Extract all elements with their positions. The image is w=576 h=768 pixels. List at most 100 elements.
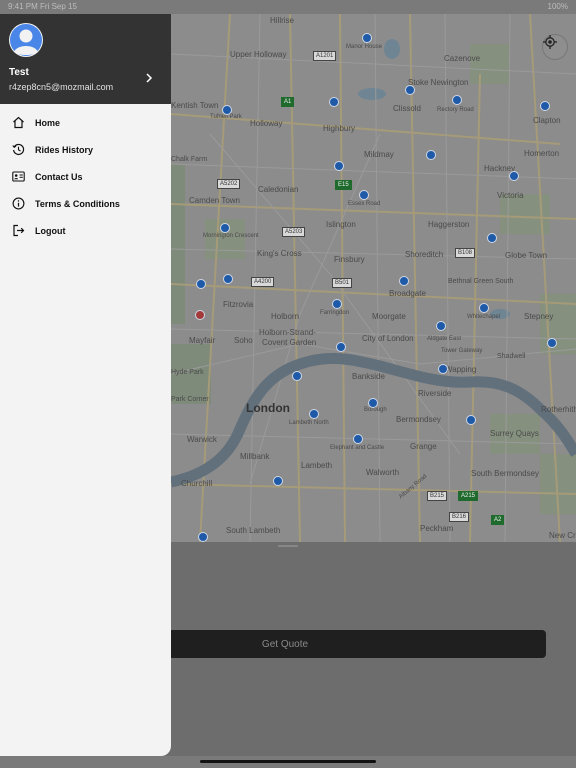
map-label: Bermondsey	[396, 415, 441, 424]
map-label: Hillrise	[270, 16, 294, 25]
side-drawer: Test r4zep8cn5@mozmail.com Home Rides Hi…	[0, 14, 171, 756]
map-label: Rectory Road	[437, 107, 474, 113]
station-pin[interactable]	[487, 233, 497, 243]
road-tag: A5203	[282, 227, 306, 237]
station-pin[interactable]	[540, 101, 550, 111]
map-label: Park Corner	[171, 396, 209, 403]
station-pin[interactable]	[452, 95, 462, 105]
station-pin[interactable]	[466, 415, 476, 425]
map-label: Stepney	[524, 312, 554, 321]
map-label: Holborn-Strand-	[259, 328, 316, 337]
crosshair-icon	[543, 35, 557, 49]
station-pin[interactable]	[479, 303, 489, 313]
station-pin[interactable]	[220, 223, 230, 233]
map-label: Clapton	[533, 116, 561, 125]
station-pin[interactable]	[198, 532, 208, 542]
station-pin[interactable]	[368, 398, 378, 408]
station-pin[interactable]	[195, 310, 205, 320]
station-pin[interactable]	[399, 276, 409, 286]
station-pin[interactable]	[329, 97, 339, 107]
map-label: Stoke Newington	[408, 78, 469, 87]
station-pin[interactable]	[309, 409, 319, 419]
map-label: Holloway	[250, 119, 283, 128]
map-label: Fitzrovia	[223, 300, 254, 309]
map-label: Surrey Quays	[490, 429, 539, 438]
map-label: Shoreditch	[405, 250, 444, 259]
drawer-menu: Home Rides History Contact Us Terms & Co…	[0, 109, 171, 244]
map-label: Borough	[364, 407, 387, 413]
station-pin[interactable]	[353, 434, 363, 444]
map-label: Chalk Farm	[171, 156, 208, 163]
logout-icon	[11, 224, 25, 238]
road-tag: A4200	[251, 277, 275, 287]
station-pin[interactable]	[292, 371, 302, 381]
station-pin[interactable]	[222, 105, 232, 115]
menu-label: Contact Us	[35, 171, 83, 182]
map-label: Farringdon	[320, 310, 350, 316]
recenter-button[interactable]	[542, 34, 568, 60]
map-label: Soho	[234, 336, 253, 345]
road-tag: B501	[332, 278, 353, 288]
profile-header[interactable]: Test r4zep8cn5@mozmail.com	[0, 14, 171, 104]
menu-item-contact-us[interactable]: Contact Us	[0, 163, 171, 190]
map-label: South Bermondsey	[471, 469, 540, 478]
map-label: New Cro	[549, 531, 576, 540]
map-label: Manor House	[346, 44, 383, 50]
station-pin[interactable]	[438, 364, 448, 374]
menu-item-logout[interactable]: Logout	[0, 217, 171, 244]
map-label: Bethnal Green South	[448, 278, 514, 285]
menu-label: Rides History	[35, 144, 94, 155]
station-pin[interactable]	[196, 279, 206, 289]
road-tag: A5202	[217, 179, 241, 189]
station-pin[interactable]	[332, 299, 342, 309]
map-label: Holborn	[271, 312, 300, 321]
menu-label: Terms & Conditions	[35, 198, 120, 209]
station-pin[interactable]	[405, 85, 415, 95]
sheet-grabber[interactable]	[278, 545, 298, 547]
map-label: Camden Town	[189, 196, 240, 205]
map-label: Homerton	[524, 149, 560, 158]
map-label: Upper Holloway	[230, 50, 287, 59]
station-pin[interactable]	[223, 274, 233, 284]
map-label: Tower Gateway	[441, 348, 483, 354]
map-label: Hyde Park	[171, 369, 204, 376]
station-pin[interactable]	[362, 33, 372, 43]
map-label: Essex Road	[348, 201, 381, 207]
map-label: Warwick	[187, 435, 217, 444]
map-label: Haggerston	[428, 220, 470, 229]
road-tag: A215	[458, 491, 479, 501]
map-label: Riverside	[418, 389, 452, 398]
station-pin[interactable]	[334, 161, 344, 171]
map-label: Millbank	[240, 452, 270, 461]
map-label: Whitechapel	[467, 314, 501, 320]
map-label: Moorgate	[372, 312, 406, 321]
profile-email: r4zep8cn5@mozmail.com	[9, 82, 114, 92]
person-avatar-icon	[9, 23, 43, 57]
station-pin[interactable]	[273, 476, 283, 486]
map-label-london: London	[246, 401, 290, 415]
road-tag: A1	[281, 97, 295, 107]
map-label: Highbury	[323, 124, 356, 133]
map-label: Elephant and Castle	[330, 445, 385, 451]
menu-item-home[interactable]: Home	[0, 109, 171, 136]
station-pin[interactable]	[336, 342, 346, 352]
map-label: Mornington Crescent	[203, 233, 259, 239]
chevron-right-icon[interactable]	[143, 72, 155, 84]
station-pin[interactable]	[359, 190, 369, 200]
road-tag: A1201	[313, 51, 337, 61]
map-label: Wapping	[445, 365, 477, 374]
station-pin[interactable]	[436, 321, 446, 331]
road-tag: B216	[449, 512, 470, 522]
menu-item-rides-history[interactable]: Rides History	[0, 136, 171, 163]
menu-item-terms-conditions[interactable]: Terms & Conditions	[0, 190, 171, 217]
map-label: Victoria	[497, 191, 524, 200]
home-indicator[interactable]	[200, 760, 376, 763]
station-pin[interactable]	[426, 150, 436, 160]
station-pin[interactable]	[509, 171, 519, 181]
road-tag: E15	[335, 180, 352, 190]
station-pin[interactable]	[547, 338, 557, 348]
map-label: Rotherhithe	[541, 405, 576, 414]
map-label: Churchill	[181, 479, 213, 488]
road-tag: A2	[491, 515, 505, 525]
map-label: Broadgate	[389, 289, 426, 298]
